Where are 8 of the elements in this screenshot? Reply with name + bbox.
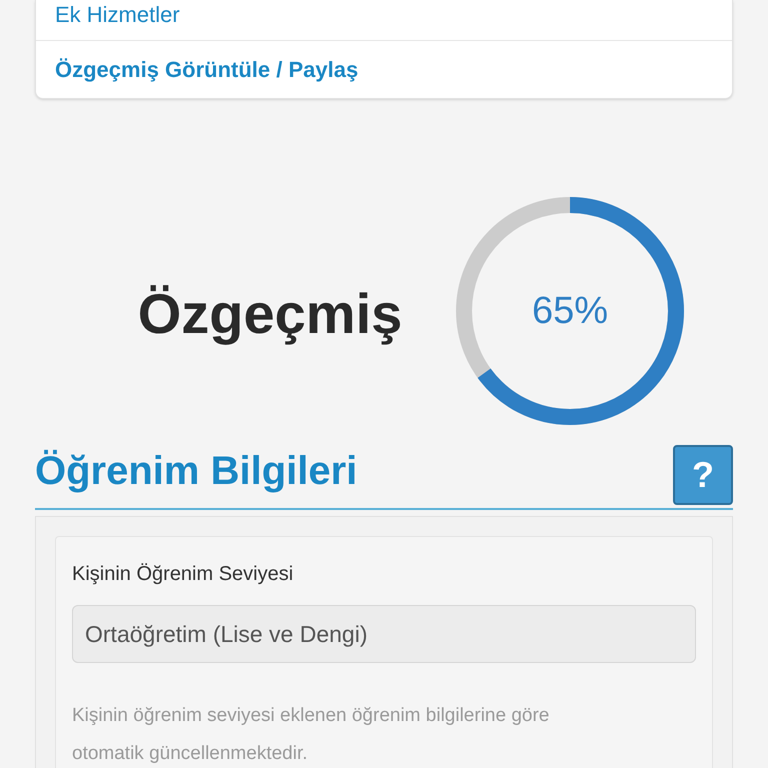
field-label: Kişinin Öğrenim Seviyesi bbox=[72, 562, 294, 587]
field-hint: Kişinin öğrenim seviyesi eklenen öğrenim bilgilerine göre otomatik güncellenmektedir. bbox=[72, 704, 550, 766]
help-button[interactable]: ? bbox=[673, 445, 733, 505]
section-title: Öğrenim Bilgileri bbox=[35, 451, 358, 495]
resume-title: Özgeçmiş bbox=[138, 281, 402, 347]
menu-link[interactable]: Ek Hizmetler bbox=[36, 0, 732, 41]
progress-reading: 65% bbox=[532, 288, 608, 334]
menu-link[interactable]: Özgeçmiş Görüntüle / Paylaş bbox=[36, 41, 732, 98]
